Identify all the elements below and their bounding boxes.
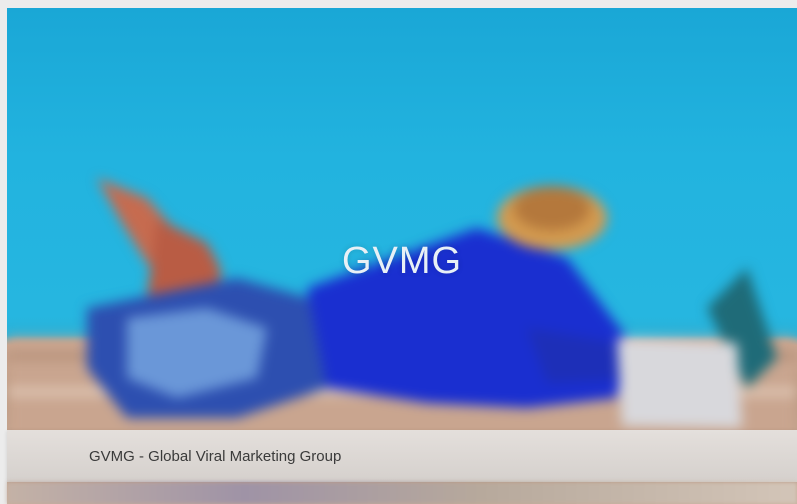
footer-image-strip	[7, 482, 797, 504]
caption-bar[interactable]: GVMG - Global Viral Marketing Group	[7, 430, 797, 482]
caption-text: GVMG - Global Viral Marketing Group	[89, 448, 342, 465]
hero-title: GVMG	[341, 240, 463, 282]
banner-frame: GVMG GVMG - Global Viral Marketing Group	[0, 0, 797, 504]
